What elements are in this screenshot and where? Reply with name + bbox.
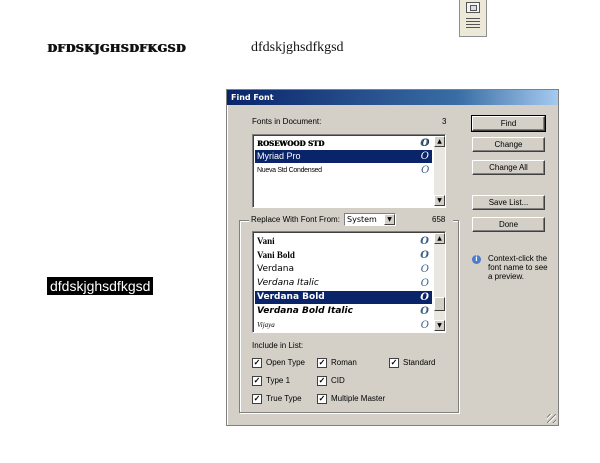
scroll-down-icon[interactable]: ▼ (434, 320, 445, 331)
opentype-icon: O (420, 278, 429, 289)
font-name: Myriad Pro (257, 151, 301, 161)
font-name: Verdana Bold Italic (257, 306, 353, 316)
checkbox-label: Type 1 (266, 376, 291, 385)
panel-toggle-widget[interactable] (459, 0, 487, 37)
window-icon[interactable] (466, 2, 480, 13)
scrollbar-thumb[interactable] (434, 297, 445, 311)
checkbox-box[interactable]: ✓ (252, 358, 262, 368)
list-item[interactable]: Verdana Italic O (255, 277, 432, 290)
opentype-icon: O (420, 250, 429, 261)
opentype-icon: O (420, 320, 429, 331)
list-item[interactable]: Vani O (255, 235, 432, 248)
sample-text-serif: dfdskjghsdfkgsd (251, 40, 344, 55)
opentype-icon: O (420, 306, 429, 317)
context-click-hint: Context-click the font name to see a pre… (488, 254, 548, 281)
scroll-down-icon[interactable]: ▼ (434, 195, 445, 206)
checkbox-label: Open Type (266, 358, 305, 367)
checkbox-label: True Type (266, 394, 302, 403)
opentype-icon: O (420, 264, 429, 275)
replace-with-label: Replace With Font From: (251, 215, 340, 224)
opentype-icon: O (420, 236, 429, 247)
chevron-down-icon[interactable]: ▼ (384, 214, 395, 225)
replace-source-select[interactable]: System ▼ (344, 213, 396, 226)
opentype-icon: O (421, 165, 429, 176)
change-all-button[interactable]: Change All (472, 160, 545, 175)
font-name: Vani (257, 236, 275, 246)
checkbox-label: Standard (403, 358, 436, 367)
checkbox-box[interactable]: ✓ (317, 376, 327, 386)
checkbox-box[interactable]: ✓ (317, 358, 327, 368)
system-fonts-list[interactable]: Vani O Vani Bold O Verdana O Verdana Ita… (252, 231, 446, 333)
checkbox-true-type[interactable]: ✓ True Type (252, 394, 302, 405)
checkbox-label: Multiple Master (331, 394, 386, 403)
opentype-icon: O (420, 151, 429, 162)
system-fonts-scrollbar[interactable]: ▲ ▼ (434, 233, 445, 331)
list-item[interactable]: Nueva Std Condensed O (255, 164, 432, 177)
checkbox-box[interactable]: ✓ (389, 358, 399, 368)
checkbox-box[interactable]: ✓ (252, 376, 262, 386)
fonts-in-document-count: 3 (442, 117, 447, 126)
menu-lines-icon[interactable] (466, 18, 480, 30)
font-name: Vijaya (257, 321, 275, 329)
font-name: ROSEWOOD STD (257, 139, 325, 148)
checkbox-type1[interactable]: ✓ Type 1 (252, 376, 290, 387)
list-item[interactable]: Myriad Pro O (255, 150, 432, 163)
sample-text-decorative: DFDSKJGHSDFKGSD (47, 42, 186, 55)
checkbox-open-type[interactable]: ✓ Open Type (252, 358, 305, 369)
checkbox-standard[interactable]: ✓ Standard (389, 358, 435, 369)
replace-font-count: 658 (432, 215, 446, 224)
checkbox-box[interactable]: ✓ (317, 394, 327, 404)
list-item[interactable]: Verdana O (255, 263, 432, 276)
opentype-icon: O (420, 292, 429, 303)
checkbox-cid[interactable]: ✓ CID (317, 376, 345, 387)
find-button[interactable]: Find (471, 115, 546, 132)
list-item[interactable]: ROSEWOOD STD O (255, 137, 432, 150)
save-list-button[interactable]: Save List... (472, 195, 545, 210)
font-name: Verdana (257, 264, 294, 274)
opentype-icon: O (420, 138, 429, 149)
fonts-in-document-label: Fonts in Document: (252, 117, 322, 126)
resize-grip-icon[interactable] (547, 414, 556, 423)
font-name: Verdana Italic (257, 278, 319, 288)
find-font-dialog: Find Font Fonts in Document: 3 ROSEWOOD … (226, 89, 559, 426)
done-button[interactable]: Done (472, 217, 545, 232)
checkbox-roman[interactable]: ✓ Roman (317, 358, 357, 369)
font-name: Vani Bold (257, 250, 295, 260)
checkbox-label: Roman (331, 358, 357, 367)
list-item[interactable]: Vijaya O (255, 319, 432, 332)
checkbox-multiple-master[interactable]: ✓ Multiple Master (317, 394, 385, 405)
replace-source-value: System (347, 215, 377, 224)
change-button[interactable]: Change (472, 137, 545, 152)
sample-text-highlighted: dfdskjghsdfkgsd (47, 277, 154, 295)
list-item[interactable]: Vani Bold O (255, 249, 432, 262)
document-fonts-list[interactable]: ROSEWOOD STD O Myriad Pro O Nueva Std Co… (252, 134, 446, 208)
checkbox-box[interactable]: ✓ (252, 394, 262, 404)
scroll-up-icon[interactable]: ▲ (434, 233, 445, 244)
font-name: Nueva Std Condensed (257, 167, 322, 174)
info-icon: i (472, 255, 481, 264)
font-name: Verdana Bold (257, 292, 325, 302)
document-fonts-scrollbar[interactable]: ▲ ▼ (434, 136, 445, 206)
list-item[interactable]: Verdana Bold O (255, 291, 432, 304)
dialog-title[interactable]: Find Font (227, 90, 558, 105)
scroll-up-icon[interactable]: ▲ (434, 136, 445, 147)
include-in-list-label: Include in List: (252, 341, 304, 350)
list-item[interactable]: Verdana Bold Italic O (255, 305, 432, 318)
checkbox-label: CID (331, 376, 345, 385)
